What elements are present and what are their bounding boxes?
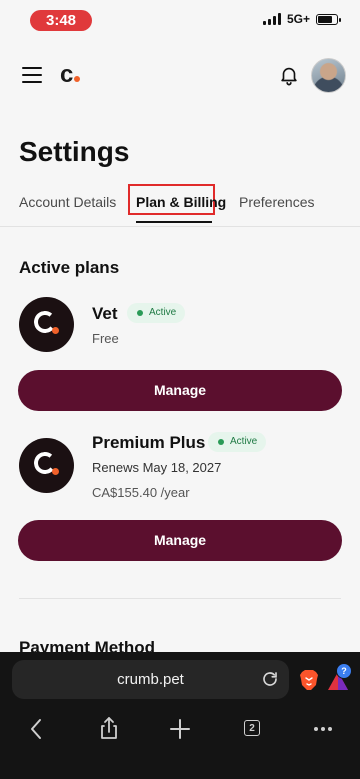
- menu-icon[interactable]: [22, 67, 42, 83]
- bell-icon[interactable]: [278, 64, 300, 86]
- active-tab-indicator: [136, 221, 212, 223]
- battery-icon: [316, 13, 341, 25]
- brave-rewards-icon[interactable]: ?: [325, 663, 352, 694]
- status-badge: Active: [208, 432, 267, 452]
- reload-icon[interactable]: [261, 670, 279, 688]
- tabs-divider: [0, 226, 360, 227]
- settings-tabs: Account Details Plan & Billing Preferenc…: [0, 184, 360, 227]
- url-text: crumb.pet: [117, 671, 184, 688]
- plan-detail: Free: [92, 331, 119, 346]
- network-label: 5G+: [286, 12, 310, 26]
- plan-logo-icon: [19, 297, 74, 352]
- back-icon[interactable]: [22, 714, 52, 744]
- status-bar: 3:48 5G+: [0, 0, 360, 40]
- status-badge-label: Active: [230, 436, 258, 447]
- plan-price: CA$155.40 /year: [92, 485, 190, 500]
- browser-nav-row: 2: [0, 714, 360, 744]
- tab-plan-billing[interactable]: Plan & Billing: [136, 194, 226, 210]
- tab-count: 2: [244, 720, 260, 736]
- app-header: c: [0, 56, 360, 96]
- more-icon[interactable]: [308, 714, 338, 744]
- plan-logo-icon: [19, 438, 74, 493]
- section-divider: [19, 598, 341, 599]
- signal-icon: [262, 13, 281, 25]
- share-icon[interactable]: [94, 714, 124, 744]
- brave-lion-icon[interactable]: [299, 669, 319, 691]
- tab-account-details[interactable]: Account Details: [19, 194, 116, 210]
- avatar[interactable]: [311, 58, 346, 93]
- plan-name: Vet: [92, 304, 118, 323]
- app-logo[interactable]: c: [60, 61, 81, 89]
- status-badge-label: Active: [149, 307, 177, 318]
- manage-vet-button[interactable]: Manage: [18, 370, 342, 411]
- logo-dot: [74, 76, 81, 82]
- page-title: Settings: [19, 136, 130, 167]
- status-dot-icon: [218, 439, 224, 445]
- plus-icon[interactable]: [165, 714, 195, 744]
- status-indicators: 5G+: [262, 12, 341, 26]
- status-badge: Active: [127, 303, 186, 323]
- logo-text: c: [60, 61, 74, 88]
- manage-premium-plus-button[interactable]: Manage: [18, 520, 342, 561]
- address-bar[interactable]: crumb.pet: [12, 660, 289, 699]
- plan-renewal-date: Renews May 18, 2027: [92, 460, 222, 475]
- active-plans-title: Active plans: [19, 258, 120, 277]
- tab-preferences[interactable]: Preferences: [239, 194, 314, 210]
- status-time: 3:48: [30, 10, 92, 31]
- tabs-icon[interactable]: 2: [237, 714, 267, 744]
- plan-name: Premium Plus: [92, 433, 206, 452]
- status-dot-icon: [137, 310, 143, 316]
- rewards-badge: ?: [336, 663, 352, 679]
- browser-toolbar: crumb.pet ? 2: [0, 652, 360, 779]
